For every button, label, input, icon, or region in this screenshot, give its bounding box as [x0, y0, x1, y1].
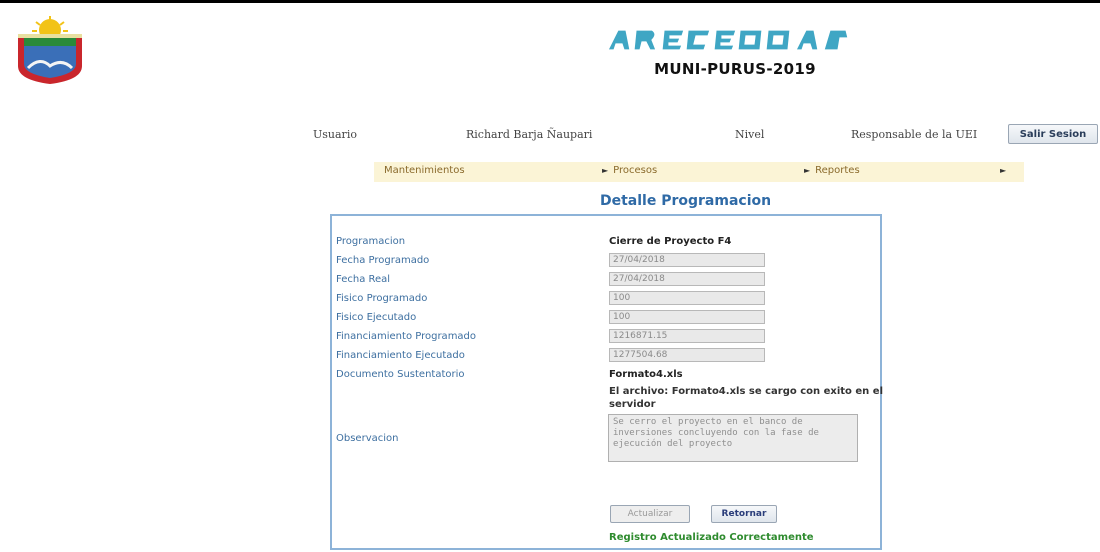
fisico-programado-label: Fisico Programado	[336, 293, 428, 304]
menu-item-procesos[interactable]: ► Procesos	[602, 165, 657, 176]
fecha-real-label: Fecha Real	[336, 274, 391, 285]
level-label: Nivel	[735, 128, 765, 141]
user-label: Usuario	[313, 128, 357, 141]
documento-value: Formato4.xls	[609, 369, 683, 380]
success-message: Registro Actualizado Correctamente	[609, 532, 814, 543]
brand-subtitle: MUNI-PURUS-2019	[654, 60, 816, 78]
financiamiento-programado-field[interactable]: 1216871.15	[609, 329, 765, 343]
return-button[interactable]: Retornar	[711, 505, 777, 523]
documento-label: Documento Sustentatorio	[336, 369, 465, 380]
municipal-crest-icon	[10, 16, 90, 86]
fecha-programado-field[interactable]: 27/04/2018	[609, 253, 765, 267]
fisico-ejecutado-label: Fisico Ejecutado	[336, 312, 417, 323]
financiamiento-programado-label: Financiamiento Programado	[336, 331, 477, 342]
menu-item-label: Reportes	[815, 165, 860, 176]
menu-item-reportes[interactable]: ► Reportes	[804, 165, 860, 176]
page-title: Detalle Programacion	[600, 193, 772, 209]
submenu-arrow-icon: ►	[804, 166, 811, 175]
menu-item-label: Procesos	[613, 165, 658, 176]
fisico-programado-field[interactable]: 100	[609, 291, 765, 305]
submenu-arrow-icon: ►	[1000, 166, 1007, 175]
logout-button[interactable]: Salir Sesion	[1008, 124, 1098, 144]
observacion-label: Observacion	[336, 433, 399, 444]
menu-item-mantenimientos[interactable]: Mantenimientos	[384, 165, 465, 176]
upload-message: El archivo: Formato4.xls se cargo con ex…	[609, 386, 883, 410]
submenu-arrow-icon: ►	[602, 166, 609, 175]
financiamiento-ejecutado-field[interactable]: 1277504.68	[609, 348, 765, 362]
fecha-programado-label: Fecha Programado	[336, 255, 430, 266]
financiamiento-ejecutado-label: Financiamiento Ejecutado	[336, 350, 465, 361]
brand-wordmark-icon	[600, 20, 870, 60]
top-rule	[0, 0, 1100, 3]
main-menu: Mantenimientos ► Procesos ► Reportes ►	[374, 162, 1024, 182]
user-info-bar: Usuario Richard Barja Ñaupari Nivel Resp…	[0, 124, 1100, 146]
observacion-textarea[interactable]: Se cerro el proyecto en el banco de inve…	[608, 414, 858, 462]
menu-item-label: Mantenimientos	[384, 165, 465, 176]
fecha-real-field[interactable]: 27/04/2018	[609, 272, 765, 286]
fisico-ejecutado-field[interactable]: 100	[609, 310, 765, 324]
level-value: Responsable de la UEI	[851, 128, 978, 141]
update-button[interactable]: Actualizar	[610, 505, 690, 523]
user-name: Richard Barja Ñaupari	[466, 128, 593, 141]
programacion-value: Cierre de Proyecto F4	[609, 236, 732, 247]
programacion-label: Programacion	[336, 236, 406, 247]
